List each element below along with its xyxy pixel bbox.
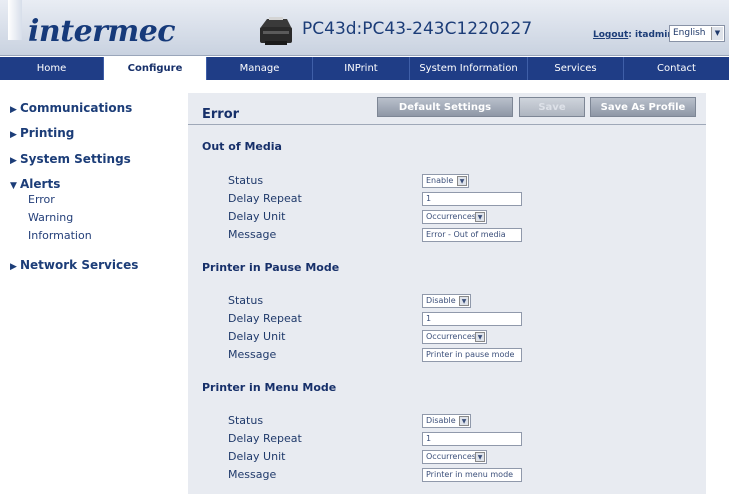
sidebar-item-alerts[interactable]: ▼ Alerts (10, 177, 60, 191)
language-value: English (673, 28, 706, 38)
default-settings-button[interactable]: Default Settings (377, 97, 513, 117)
message-input[interactable]: Printer in menu mode (422, 468, 522, 482)
username: : itadmin (628, 30, 674, 40)
triangle-right-icon: ▶ (10, 105, 17, 115)
section-title-out-of-media: Out of Media (202, 140, 282, 153)
label-delay-repeat: Delay Repeat (228, 312, 302, 325)
delay-unit-value: Occurrences (426, 452, 476, 461)
sidebar-item-label: Network Services (20, 258, 139, 272)
delay-repeat-input[interactable]: 1 (422, 312, 522, 326)
triangle-right-icon: ▶ (10, 156, 17, 166)
page-title: Error (202, 107, 240, 122)
save-as-profile-button[interactable]: Save As Profile (590, 97, 696, 117)
nav-configure[interactable]: Configure (104, 57, 207, 80)
sidebar-subitem-error[interactable]: Error (28, 193, 55, 206)
sidebar-item-communications[interactable]: ▶ Communications (10, 101, 132, 115)
section-title-menu-mode: Printer in Menu Mode (202, 381, 337, 394)
label-status: Status (228, 414, 264, 427)
header: intermec PC43d:PC43-243C1220227 Logout: … (0, 0, 729, 56)
chevron-down-icon: ▼ (457, 176, 467, 186)
sidebar-subitem-warning[interactable]: Warning (28, 211, 73, 224)
label-delay-unit: Delay Unit (228, 450, 286, 463)
sidebar: ▶ Communications ▶ Printing ▶ System Settin… (0, 80, 172, 494)
label-message: Message (228, 348, 277, 361)
chevron-down-icon: ▼ (475, 212, 485, 222)
triangle-right-icon: ▶ (10, 262, 17, 272)
triangle-right-icon: ▶ (10, 130, 17, 140)
nav-contact[interactable]: Contact (624, 57, 729, 80)
section-title-pause-mode: Printer in Pause Mode (202, 261, 340, 274)
sidebar-item-label: Printing (20, 126, 75, 140)
nav-home[interactable]: Home (0, 57, 104, 80)
logout-link[interactable]: Logout (593, 30, 628, 40)
message-input[interactable]: Printer in pause mode (422, 348, 522, 362)
status-value: Disable (426, 296, 456, 305)
top-nav: Home Configure Manage INPrint System Inf… (0, 57, 729, 80)
label-delay-unit: Delay Unit (228, 330, 286, 343)
message-input[interactable]: Error - Out of media (422, 228, 522, 242)
delay-unit-select[interactable]: Occurrences ▼ (422, 450, 487, 464)
label-status: Status (228, 174, 264, 187)
device-title: PC43d:PC43-243C1220227 (302, 19, 533, 39)
divider (188, 124, 706, 125)
sidebar-item-printing[interactable]: ▶ Printing (10, 126, 74, 140)
label-delay-unit: Delay Unit (228, 210, 286, 223)
sidebar-subitem-information[interactable]: Information (28, 229, 92, 242)
triangle-down-icon: ▼ (10, 181, 17, 191)
save-button[interactable]: Save (519, 97, 585, 117)
chevron-down-icon: ▼ (475, 332, 485, 342)
status-value: Enable (426, 176, 454, 185)
label-status: Status (228, 294, 264, 307)
main-panel: Error Default Settings Save Save As Prof… (188, 93, 706, 494)
chevron-down-icon: ▼ (475, 452, 485, 462)
delay-unit-value: Occurrences (426, 212, 476, 221)
sidebar-item-label: Alerts (20, 177, 61, 191)
label-delay-repeat: Delay Repeat (228, 432, 302, 445)
label-message: Message (228, 228, 277, 241)
sidebar-item-label: Communications (20, 101, 133, 115)
nav-system-information[interactable]: System Information (410, 57, 528, 80)
nav-inprint[interactable]: INPrint (313, 57, 410, 80)
label-message: Message (228, 468, 277, 481)
nav-manage[interactable]: Manage (207, 57, 313, 80)
delay-unit-value: Occurrences (426, 332, 476, 341)
language-select[interactable]: English ▼ (669, 25, 725, 42)
delay-repeat-input[interactable]: 1 (422, 432, 522, 446)
sidebar-item-system-settings[interactable]: ▶ System Settings (10, 152, 131, 166)
sidebar-item-label: System Settings (20, 152, 131, 166)
delay-repeat-input[interactable]: 1 (422, 192, 522, 206)
status-value: Disable (426, 416, 456, 425)
chevron-down-icon: ▼ (459, 296, 469, 306)
delay-unit-select[interactable]: Occurrences ▼ (422, 210, 487, 224)
nav-services[interactable]: Services (528, 57, 624, 80)
intermec-logo: intermec (28, 14, 176, 49)
delay-unit-select[interactable]: Occurrences ▼ (422, 330, 487, 344)
label-delay-repeat: Delay Repeat (228, 192, 302, 205)
status-select[interactable]: Enable ▼ (422, 174, 469, 188)
sidebar-item-network-services[interactable]: ▶ Network Services (10, 258, 138, 272)
printer-icon (260, 17, 292, 45)
status-select[interactable]: Disable ▼ (422, 294, 471, 308)
status-select[interactable]: Disable ▼ (422, 414, 471, 428)
logo-mark (8, 0, 22, 40)
logout-area: Logout: itadmin (593, 30, 674, 40)
chevron-down-icon: ▼ (459, 416, 469, 426)
chevron-down-icon: ▼ (711, 27, 723, 40)
